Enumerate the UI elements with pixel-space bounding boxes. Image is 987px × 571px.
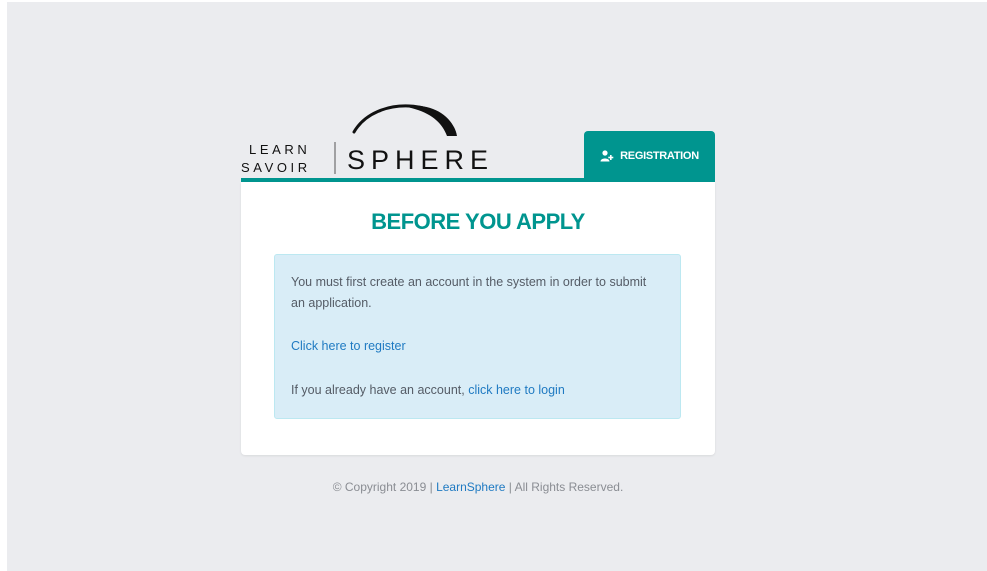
register-link[interactable]: Click here to register: [291, 339, 406, 353]
logo-word-sphere: SPHERE: [347, 145, 494, 175]
user-plus-icon: [600, 150, 614, 162]
info-message: You must first create an account in the …: [291, 275, 647, 310]
logo-word-learn: LEARN: [249, 142, 310, 157]
login-paragraph: If you already have an account, click he…: [291, 380, 664, 401]
register-paragraph: Click here to register: [291, 336, 664, 357]
footer-copyright: © Copyright 2019 |: [332, 480, 437, 494]
footer-brand-link[interactable]: LearnSphere: [436, 480, 505, 494]
logo-word-savoir: SAVOIR: [241, 160, 311, 175]
footer: © Copyright 2019 | LearnSphere | All Rig…: [241, 480, 715, 494]
page-title: BEFORE YOU APPLY: [371, 209, 585, 234]
footer-rights: | All Rights Reserved.: [505, 480, 624, 494]
login-prefix-text: If you already have an account,: [291, 383, 469, 397]
apply-card: BEFORE YOU APPLY You must first create a…: [241, 182, 715, 455]
registration-tab-label: REGISTRATION: [620, 150, 699, 162]
info-alert: You must first create an account in the …: [274, 254, 681, 419]
learnsphere-logo[interactable]: LEARN SAVOIR SPHERE: [241, 92, 541, 182]
login-link[interactable]: click here to login: [468, 383, 565, 397]
registration-tab[interactable]: REGISTRATION: [584, 131, 715, 181]
header-bar: LEARN SAVOIR SPHERE REGISTRATION: [241, 92, 715, 182]
